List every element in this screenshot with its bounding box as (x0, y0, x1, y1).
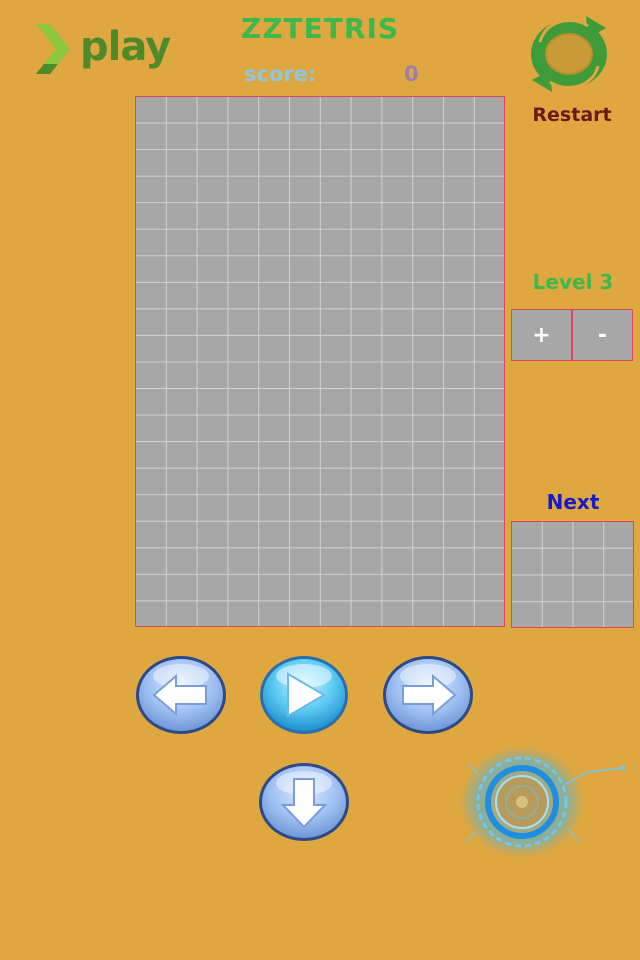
next-label: Next (546, 490, 600, 514)
next-piece-preview (511, 521, 634, 628)
logo-text: play (80, 24, 171, 70)
move-left-button[interactable] (134, 654, 228, 736)
restart-label[interactable]: Restart (520, 104, 624, 126)
level-label: Level 3 (532, 270, 614, 294)
play-logo: play (30, 18, 171, 80)
level-down-button[interactable]: - (572, 309, 633, 361)
drop-down-button[interactable] (257, 761, 351, 843)
glowing-portal-icon (460, 746, 626, 858)
portal-button[interactable] (458, 744, 628, 860)
play-button[interactable] (258, 654, 350, 736)
logo-chevron-icon (36, 24, 70, 74)
level-up-button[interactable]: + (511, 309, 572, 361)
score-label: score: (244, 62, 317, 86)
restart-icon[interactable] (526, 14, 612, 94)
game-board (135, 96, 505, 627)
score-value: 0 (404, 62, 419, 86)
move-right-button[interactable] (381, 654, 475, 736)
game-title: ZZTETRIS (240, 12, 400, 45)
